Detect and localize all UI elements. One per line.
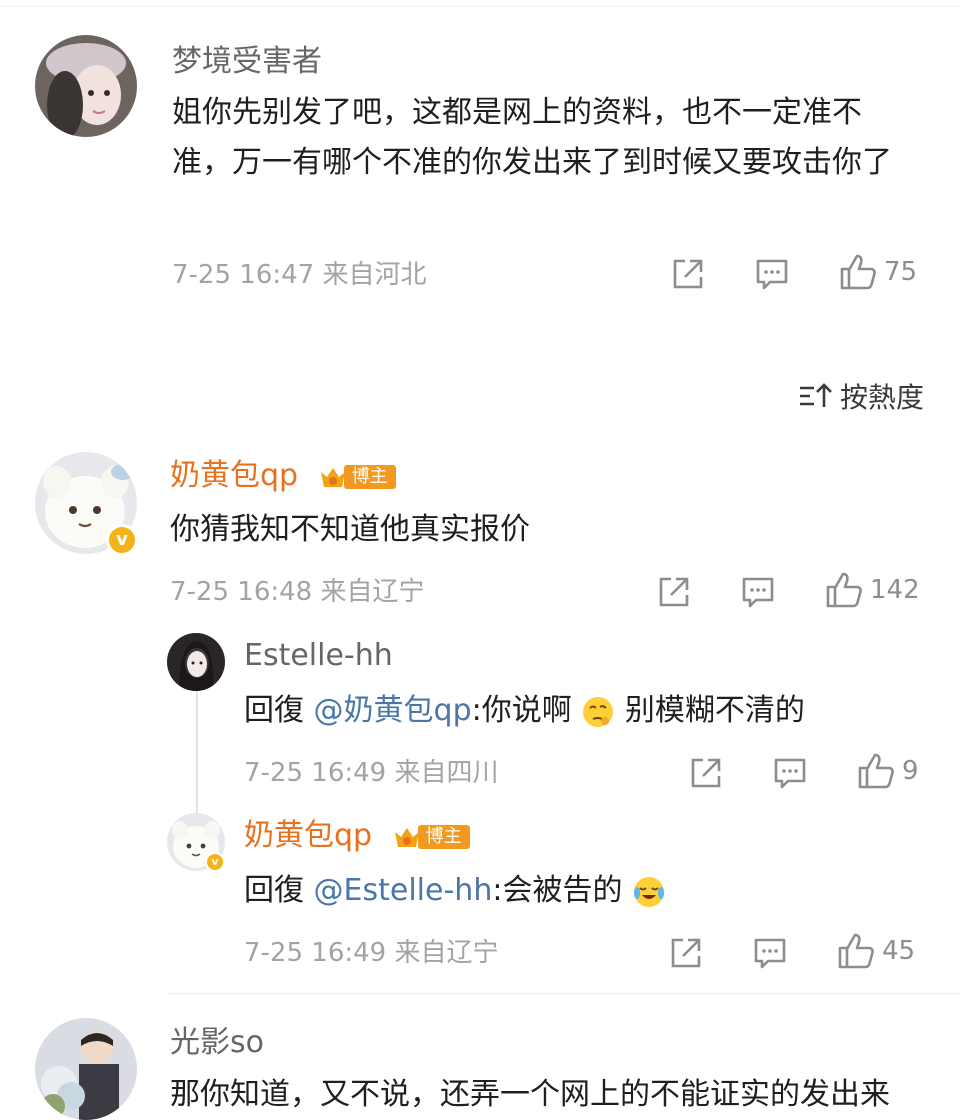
reply-body-1b: 别模糊不清的 <box>624 693 805 728</box>
username-1[interactable]: 梦境受害者 <box>172 44 322 80</box>
like-button-reply1[interactable]: 9 <box>856 751 919 791</box>
comment-icon <box>756 259 788 290</box>
reply-body-2: :会被告的 <box>492 873 623 908</box>
comment-meta-1: 7-25 16:47 来自河北 <box>172 260 427 290</box>
comment-button-1[interactable] <box>754 256 790 292</box>
comment-text-3: 那你知道，又不说，还弄一个网上的不能证实的发出来 <box>170 1077 890 1112</box>
share-button-reply2[interactable] <box>668 935 704 971</box>
share-icon <box>673 259 703 289</box>
reply-prefix-1: 回復 <box>244 693 314 728</box>
comment-meta-2: 7-25 16:48 来自辽宁 <box>170 577 425 607</box>
comment-divider <box>168 993 960 994</box>
blogger-tag: 博主 <box>417 824 470 849</box>
sort-by-hot-button[interactable]: 按熱度 <box>798 376 924 416</box>
comment-icon <box>774 758 806 789</box>
reply-meta-1: 7-25 16:49 来自四川 <box>244 758 499 788</box>
like-count-reply1: 9 <box>902 756 919 786</box>
blogger-tag: 博主 <box>343 464 396 489</box>
thinking-emoji-icon <box>583 696 614 727</box>
like-icon <box>838 933 874 969</box>
sort-label: 按熱度 <box>839 381 924 414</box>
top-divider <box>0 6 960 7</box>
crying-laughing-emoji-icon <box>634 876 664 907</box>
like-count-1: 75 <box>884 257 918 287</box>
like-count-reply2: 45 <box>882 936 916 966</box>
verified-icon: v <box>106 524 138 556</box>
mention-link-1[interactable]: @奶黄包qp <box>314 693 472 728</box>
like-count-2: 142 <box>870 575 920 605</box>
username-2-text: 奶黄包qp <box>170 458 299 493</box>
username-reply1[interactable]: Estelle-hh <box>244 638 393 674</box>
mention-link-2[interactable]: @Estelle-hh <box>314 873 493 908</box>
avatar-user1[interactable] <box>35 35 137 137</box>
comment-text-2: 你猜我知不知道他真实报价 <box>170 512 530 547</box>
reply-meta-2: 7-25 16:49 来自辽宁 <box>244 938 499 968</box>
comment-icon <box>742 577 774 608</box>
avatar-reply1[interactable] <box>167 633 225 691</box>
like-icon <box>858 753 894 789</box>
verified-icon: v <box>205 852 225 872</box>
like-button-1[interactable]: 75 <box>838 252 917 292</box>
comment-button-reply2[interactable] <box>752 935 788 971</box>
share-button-reply1[interactable] <box>688 755 724 791</box>
blogger-badge-2: 博主 <box>318 463 396 491</box>
reply-text-1: 回復 @奶黄包qp:你说啊 别模糊不清的 <box>244 686 924 736</box>
reply-prefix-2: 回復 <box>244 873 314 908</box>
sort-icon <box>799 383 832 407</box>
share-icon <box>659 577 689 607</box>
comment-icon <box>754 938 786 969</box>
comment-button-reply1[interactable] <box>772 755 808 791</box>
share-icon <box>671 938 701 968</box>
username-2[interactable]: 奶黄包qp 博主 <box>170 458 396 494</box>
like-button-reply2[interactable]: 45 <box>836 931 915 971</box>
like-icon <box>840 254 876 290</box>
username-reply2[interactable]: 奶黄包qp 博主 <box>244 818 470 854</box>
share-button-1[interactable] <box>670 256 706 292</box>
avatar-user3[interactable] <box>35 1018 137 1120</box>
like-icon <box>826 572 862 608</box>
blogger-badge-reply2: 博主 <box>392 823 470 851</box>
like-button-2[interactable]: 142 <box>824 570 920 610</box>
reply-body-1: :你说啊 <box>471 693 572 728</box>
reply-thread-line <box>196 690 198 818</box>
username-reply2-text: 奶黄包qp <box>244 818 373 853</box>
reply-text-2: 回復 @Estelle-hh:会被告的 <box>244 866 924 916</box>
comment-button-2[interactable] <box>740 574 776 610</box>
username-3[interactable]: 光影so <box>170 1025 264 1061</box>
share-icon <box>691 758 721 788</box>
comment-text-1: 姐你先别发了吧，这都是网上的资料，也不一定准不准，万一有哪个不准的你发出来了到时… <box>172 95 892 180</box>
share-button-2[interactable] <box>656 574 692 610</box>
